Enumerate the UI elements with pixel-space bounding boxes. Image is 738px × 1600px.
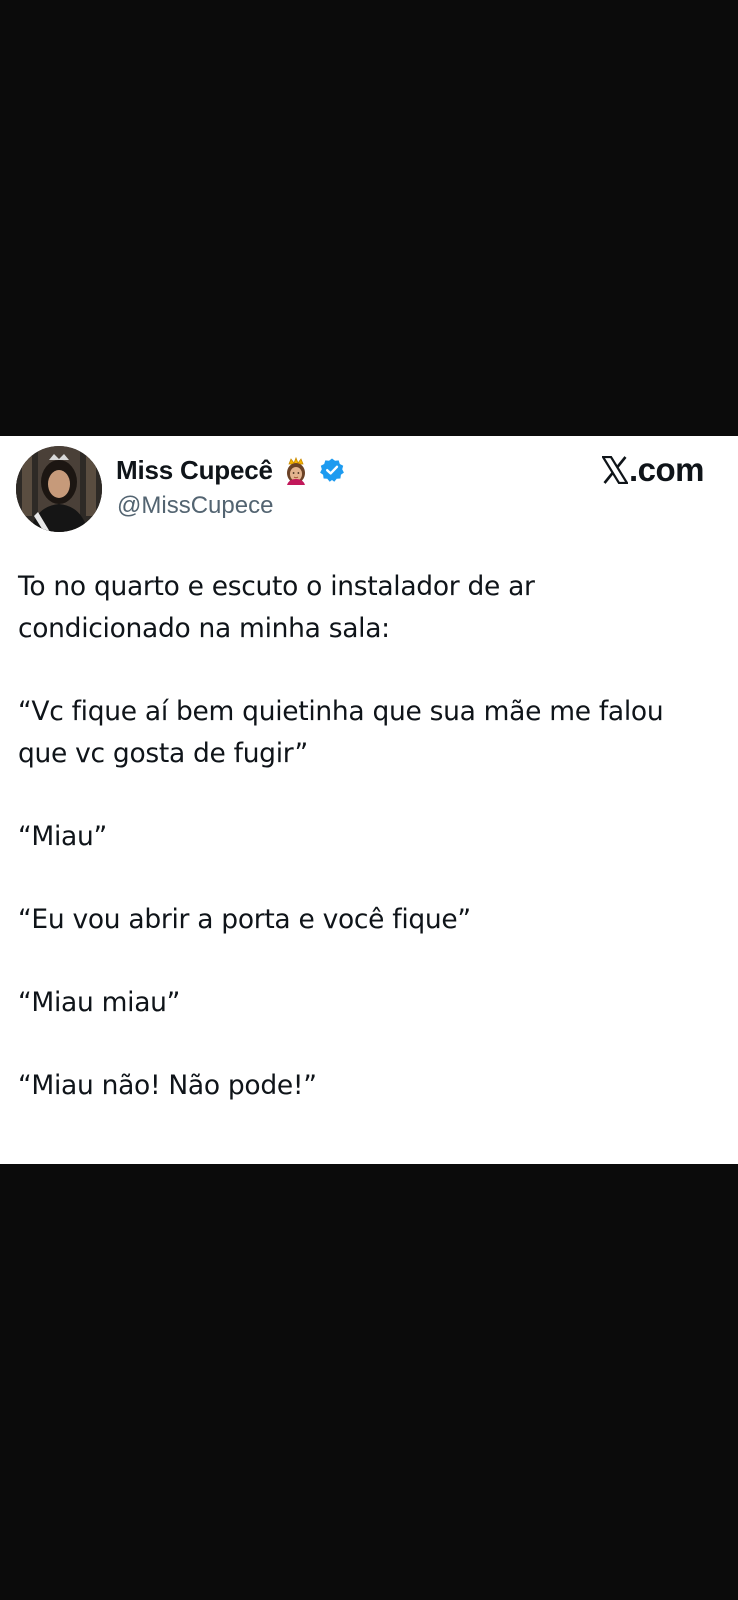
top-black-band (0, 0, 738, 436)
tweet-paragraph: “Eu vou abrir a porta e você fique” (18, 904, 471, 935)
avatar[interactable] (16, 446, 102, 532)
tweet-paragraph: “Vc fique aí bem quietinha que sua mãe m… (18, 696, 664, 769)
verified-icon (319, 457, 345, 483)
tweet-paragraph: “Miau não! Não pode!” (18, 1070, 317, 1101)
tweet-paragraph: To no quarto e escuto o instalador de ar… (18, 571, 535, 644)
author-name-row: Miss Cupecê (116, 454, 345, 486)
bottom-black-band (0, 1164, 738, 1600)
author-handle[interactable]: @MissCupece (117, 492, 273, 520)
site-label: .com (601, 450, 705, 490)
x-logo-icon (601, 455, 629, 485)
tweet-paragraph: “Miau” (18, 821, 107, 852)
site-domain-text: .com (628, 451, 705, 488)
author-display-name[interactable]: Miss Cupecê (116, 455, 273, 486)
tweet-card: Miss Cupecê @MissCupece .com To no quart… (0, 436, 738, 1164)
tweet-body: To no quarto e escuto o instalador de ar… (18, 566, 724, 1148)
princess-emoji (281, 455, 311, 485)
tweet-paragraph: “Miau miau” (18, 987, 181, 1018)
